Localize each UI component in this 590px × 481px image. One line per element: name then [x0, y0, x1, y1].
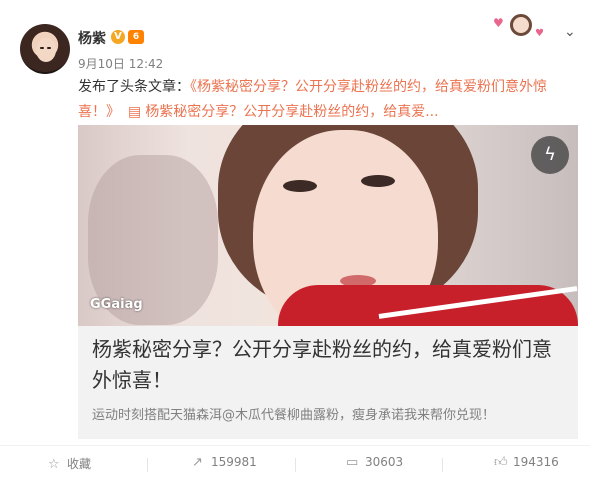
like-button[interactable]: 👍︎ 194316 — [494, 455, 559, 470]
verified-badge-icon: V — [111, 30, 125, 44]
avatar-eye — [47, 47, 51, 49]
article-cover-image[interactable]: ϟ GGaiag — [78, 125, 578, 326]
star-icon: ☆ — [48, 457, 60, 472]
comment-button[interactable]: ▭ 30603 — [346, 455, 403, 470]
post-text-prefix: 发布了头条文章： — [78, 79, 190, 95]
divider — [147, 458, 148, 472]
favorite-button[interactable]: ☆ 收藏 — [48, 455, 91, 472]
chevron-down-icon[interactable]: ⌄ — [564, 24, 576, 40]
like-count: 194316 — [513, 455, 559, 469]
article-icon: ▤ — [128, 104, 142, 120]
article-card-description: 运动时刻搭配天猫森洱@木瓜代餐柳曲露粉，瘦身承诺我来帮你兑现！ — [92, 408, 496, 423]
heart-icon: ♥ — [535, 28, 544, 39]
divider — [442, 458, 443, 472]
author-name[interactable]: 杨紫 — [78, 28, 106, 48]
cover-eye — [283, 180, 317, 192]
post-text: 发布了头条文章：《杨紫秘密分享？公开分享赴粉丝的约，给真爱粉们意外惊喜！》 ▤ 杨紫… — [78, 75, 578, 125]
action-bar: ☆ 收藏 ↗ 159981 ▭ 30603 👍︎ 194316 — [0, 445, 590, 481]
member-level-badge-icon: 6 — [128, 30, 144, 44]
avatar-eye — [40, 47, 44, 49]
decoration-sticker-icon: ♥ ♥ — [491, 10, 549, 46]
doll-icon — [510, 14, 532, 36]
favorite-label: 收藏 — [67, 457, 92, 471]
cover-eye — [361, 175, 395, 187]
thumbs-up-icon: 👍︎ — [494, 455, 508, 470]
post-timestamp[interactable]: 9月10日 12:42 — [78, 55, 163, 72]
divider — [295, 458, 296, 472]
lightning-icon[interactable]: ϟ — [531, 136, 569, 174]
article-ref-link[interactable]: 杨紫秘密分享？公开分享赴粉丝的约，给真爱... — [145, 104, 438, 120]
repost-count: 159981 — [211, 455, 257, 469]
repost-icon: ↗ — [192, 455, 203, 470]
image-watermark: GGaiag — [90, 297, 143, 312]
repost-button[interactable]: ↗ 159981 — [192, 455, 257, 470]
comment-count: 30603 — [365, 455, 404, 469]
heart-icon: ♥ — [493, 16, 504, 30]
author-avatar[interactable] — [20, 24, 70, 74]
article-card-title[interactable]: 杨紫秘密分享？公开分享赴粉丝的约，给真爱粉们意外惊喜！ — [92, 334, 566, 396]
comment-icon: ▭ — [346, 455, 359, 470]
avatar-face — [36, 38, 56, 62]
article-card[interactable]: ϟ GGaiag 杨紫秘密分享？公开分享赴粉丝的约，给真爱粉们意外惊喜！ 运动时… — [78, 125, 578, 439]
